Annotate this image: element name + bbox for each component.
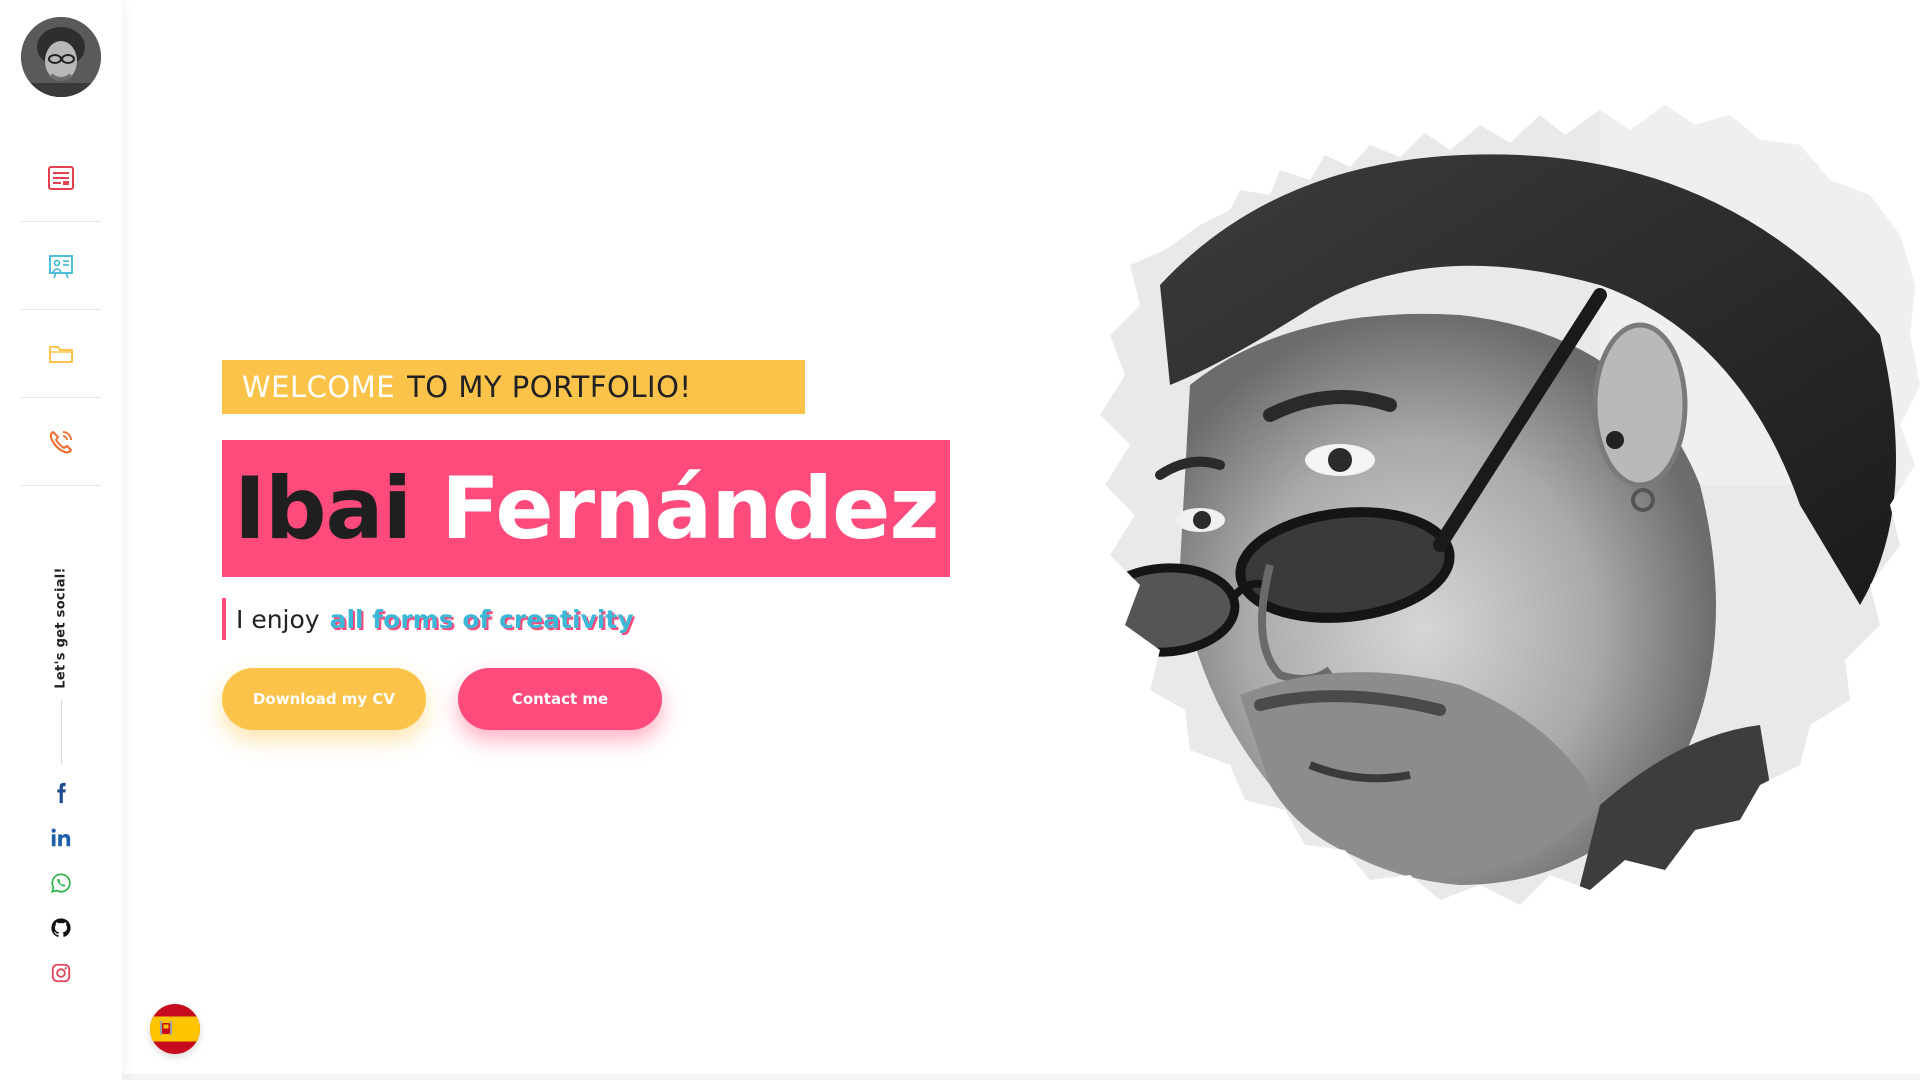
tagline-prefix: I enjoy xyxy=(236,604,320,634)
social-links xyxy=(46,770,76,995)
avatar-image xyxy=(21,17,101,97)
last-name: Fernández xyxy=(441,458,939,559)
download-cv-button[interactable]: Download my CV xyxy=(222,668,426,730)
phone-icon xyxy=(49,430,72,453)
social-github[interactable] xyxy=(46,905,76,950)
tagline-highlight: all forms of creativity xyxy=(329,604,634,634)
facebook-icon xyxy=(57,782,66,803)
first-name: Ibai xyxy=(234,458,412,559)
welcome-banner: WELCOME TO MY PORTFOLIO! xyxy=(222,360,805,414)
social-linkedin[interactable] xyxy=(46,815,76,860)
portrait-photo xyxy=(1040,85,1920,965)
welcome-text: TO MY PORTFOLIO! xyxy=(407,370,692,404)
main-nav xyxy=(21,134,101,486)
name-heading: Ibai Fernández xyxy=(222,440,950,577)
sidebar: Let's get social! xyxy=(0,0,122,1080)
language-switch[interactable] xyxy=(150,1004,200,1054)
social-label: Let's get social! xyxy=(53,567,69,689)
avatar[interactable] xyxy=(21,17,101,97)
welcome-highlight: WELCOME xyxy=(242,370,396,404)
portrait-image xyxy=(1100,105,1920,905)
resume-icon xyxy=(48,165,74,190)
social-instagram[interactable] xyxy=(46,950,76,995)
instagram-icon xyxy=(51,963,71,982)
linkedin-icon xyxy=(51,828,71,846)
github-icon xyxy=(51,917,71,937)
tagline: I enjoy all forms of creativity xyxy=(222,598,634,640)
nav-item-experience[interactable] xyxy=(21,222,101,310)
social-divider xyxy=(61,700,62,764)
nav-item-portfolio[interactable] xyxy=(21,310,101,398)
contact-button[interactable]: Contact me xyxy=(458,668,662,730)
social-whatsapp[interactable] xyxy=(46,860,76,905)
social-facebook[interactable] xyxy=(46,770,76,815)
bottom-edge xyxy=(122,1074,1920,1080)
whatsapp-icon xyxy=(51,872,71,893)
folder-icon xyxy=(49,345,73,363)
nav-item-contact[interactable] xyxy=(21,398,101,486)
spain-flag-icon xyxy=(150,1004,200,1054)
nav-item-about[interactable] xyxy=(21,134,101,222)
presentation-icon xyxy=(49,254,73,278)
